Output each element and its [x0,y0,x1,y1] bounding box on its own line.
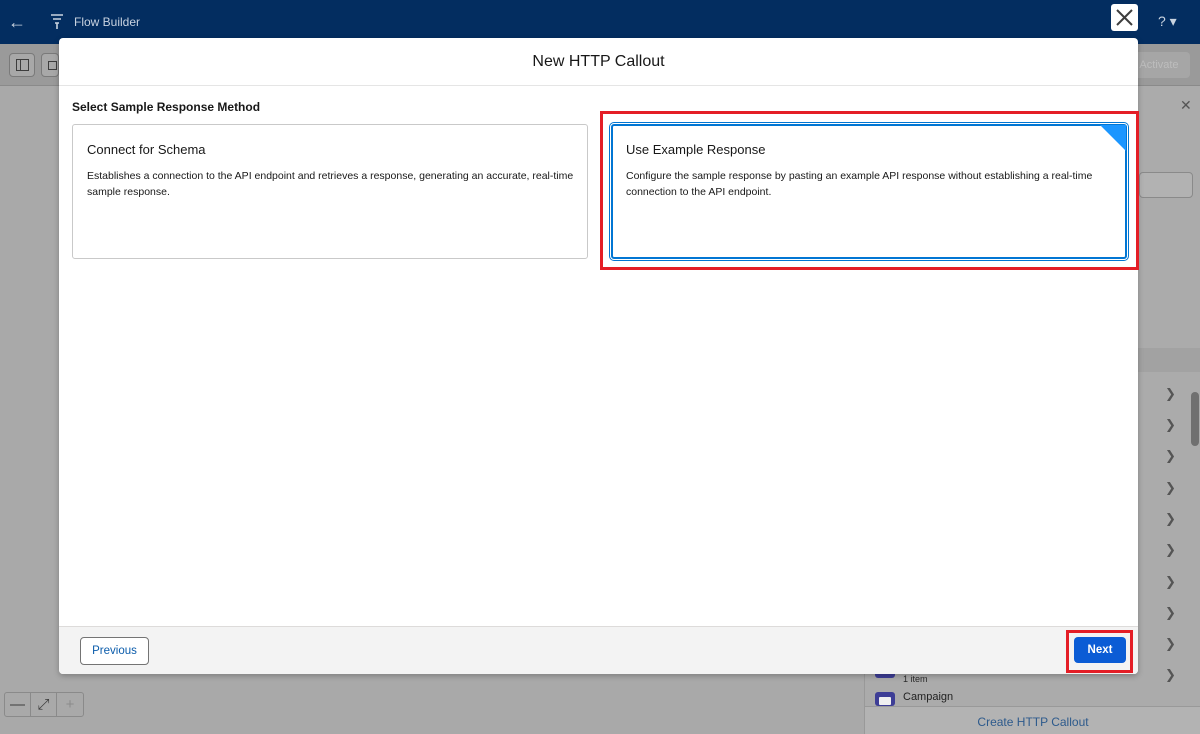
app-title: Flow Builder [74,15,141,29]
chevron-right-icon[interactable]: ❯ [1165,543,1179,557]
create-http-callout-link[interactable]: Create HTTP Callout [865,715,1200,729]
highlight-next-button [1066,630,1133,673]
chevron-right-icon[interactable]: ❯ [1165,637,1179,651]
fit-to-view-icon[interactable]: ⤢ [31,693,57,716]
zoom-in-icon[interactable]: + [57,693,83,716]
panel-search-input[interactable] [1139,172,1193,198]
panel-close-icon[interactable]: ✕ [1180,97,1192,114]
help-menu-icon[interactable]: ? ▾ [1158,13,1177,30]
help-label: ? [1158,13,1166,29]
panel-scrollbar[interactable] [1191,392,1199,446]
chevron-right-icon[interactable]: ❯ [1165,606,1179,620]
modal-title: New HTTP Callout [532,53,665,70]
option-connect-for-schema[interactable]: Connect for Schema Establishes a connect… [72,124,588,259]
option-title: Connect for Schema [87,142,206,157]
flow-icon [51,14,63,29]
chevron-right-icon[interactable]: ❯ [1165,668,1179,682]
zoom-controls: — ⤢ + [4,692,84,717]
resource-meta: 1 item [903,674,928,684]
modal-close-button[interactable] [1111,4,1138,31]
close-icon [1116,9,1133,26]
chevron-right-icon[interactable]: ❯ [1165,387,1179,401]
zoom-out-icon[interactable]: — [5,693,31,716]
chevron-right-icon[interactable]: ❯ [1165,575,1179,589]
section-title: Select Sample Response Method [72,100,261,114]
chevron-right-icon[interactable]: ❯ [1165,512,1179,526]
modal-header: New HTTP Callout [59,38,1138,86]
previous-button[interactable]: Previous [80,637,149,665]
campaign-icon [875,692,895,706]
chevron-right-icon[interactable]: ❯ [1165,481,1179,495]
toolbar-button-2[interactable] [41,53,59,77]
panel-toggle-icon [16,59,29,71]
option-description: Establishes a connection to the API endp… [87,170,574,198]
chevron-right-icon[interactable]: ❯ [1165,418,1179,432]
chevron-right-icon[interactable]: ❯ [1165,449,1179,463]
resource-name[interactable]: Campaign [903,691,953,703]
highlight-example-response [600,111,1139,270]
back-arrow-icon[interactable]: ← [6,11,28,33]
modal-footer: Previous Next [59,626,1138,674]
copy-icon [48,61,57,70]
toggle-toolbox-button[interactable] [9,53,35,77]
